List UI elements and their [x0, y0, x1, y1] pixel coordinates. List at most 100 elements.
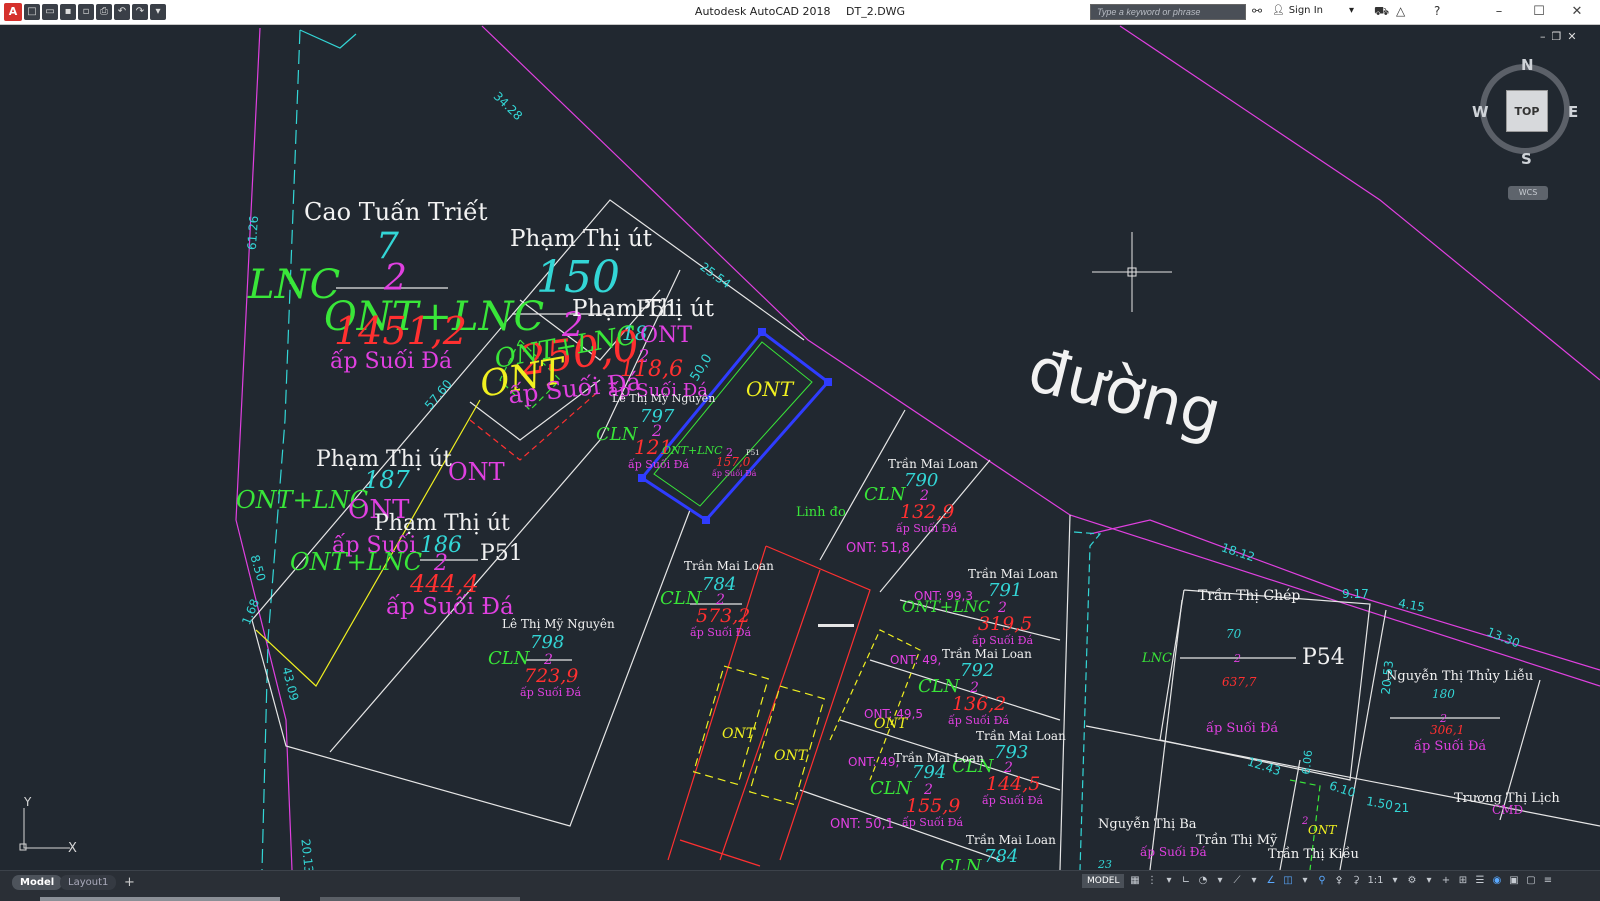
hardware-acceleration-icon[interactable]: ▣ — [1507, 874, 1520, 888]
units-icon[interactable]: ⊞ — [1456, 874, 1469, 888]
clean-screen-icon[interactable]: ▢ — [1524, 874, 1537, 888]
scale-value[interactable]: 1:1 — [1366, 874, 1384, 888]
p18-type: CMD — [1492, 803, 1523, 817]
p1-owner: Cao Tuấn Triết — [304, 198, 488, 226]
grip-point-2[interactable] — [824, 378, 832, 386]
isolate-objects-icon[interactable]: ◉ — [1490, 874, 1503, 888]
wcs-menu[interactable]: WCS — [1508, 186, 1548, 200]
tab-layout1[interactable]: Layout1 — [60, 875, 117, 890]
snap-icon[interactable]: ⋮ — [1145, 874, 1158, 888]
p15-type: CLN — [940, 856, 983, 870]
p19-number: 23 — [1097, 858, 1112, 870]
ortho-icon[interactable]: ∟ — [1179, 874, 1192, 888]
add-layout-button[interactable]: + — [116, 875, 143, 890]
p15-owner: Trần Mai Loan — [966, 832, 1056, 847]
binoculars-icon[interactable]: ⚯ — [1252, 4, 1262, 18]
viewcube[interactable]: TOP N S E W — [1472, 56, 1580, 168]
isodraft-icon[interactable]: ⟋ — [1230, 874, 1243, 888]
qat-dropdown-icon[interactable]: ▾ — [150, 4, 166, 20]
dim-2: 61.26 — [245, 215, 261, 250]
p14-area: 155,9 — [906, 795, 960, 817]
p15-number: 784 — [984, 846, 1018, 867]
compass-south[interactable]: S — [1521, 150, 1532, 168]
parcel-line-8 — [1059, 514, 1071, 870]
grid-icon[interactable]: ▦ — [1128, 874, 1141, 888]
cart-icon[interactable]: ⛟ — [1374, 4, 1389, 20]
undo-icon[interactable]: ↶ — [114, 4, 130, 20]
ucs-x-label: X — [68, 841, 77, 856]
polar-icon[interactable]: ◔ — [1196, 874, 1209, 888]
minimize-icon[interactable]: – — [1484, 2, 1514, 22]
p5-area: 157,0 — [716, 455, 751, 469]
viewcube-top-face[interactable]: TOP — [1506, 90, 1548, 132]
help-icon[interactable]: ? — [1434, 4, 1440, 18]
polar-dropdown-icon[interactable]: ▾ — [1213, 874, 1226, 888]
redo-icon[interactable]: ↷ — [132, 4, 148, 20]
object-snap-tracking-icon[interactable]: ∠ — [1264, 874, 1277, 888]
quick-properties-icon[interactable]: ☰ — [1473, 874, 1486, 888]
isodraft-dropdown-icon[interactable]: ▾ — [1247, 874, 1260, 888]
p6-side-type: ONT — [448, 458, 505, 486]
horizontal-scrollbar-track[interactable] — [320, 897, 520, 901]
viewport-close-icon[interactable]: ✕ — [1567, 30, 1576, 43]
new-file-icon[interactable]: □ — [24, 4, 40, 20]
grip-point-1[interactable] — [758, 328, 766, 336]
autodesk-app-icon[interactable]: △ — [1396, 4, 1405, 18]
maximize-icon[interactable]: ☐ — [1524, 2, 1554, 22]
compass-east[interactable]: E — [1568, 103, 1578, 121]
viewport-restore-icon[interactable]: ❐ — [1552, 30, 1562, 43]
p13-address: ấp Suối Đá — [982, 794, 1044, 807]
viewport-minimize-icon[interactable]: – — [1540, 30, 1546, 43]
sign-in-button[interactable]: 👤︎ Sign In ▾ — [1272, 5, 1354, 16]
app-name: Autodesk AutoCAD 2018 — [694, 5, 831, 18]
save-as-icon[interactable]: ▫ — [78, 4, 94, 20]
drawing-canvas[interactable]: đường Cao Tuấn Triết 7 LNC 2 ONT+LNC 145… — [0, 24, 1600, 870]
p14-address: ấp Suối Đá — [902, 816, 964, 829]
p16-address: ấp Suối Đá — [1206, 720, 1278, 736]
auto-scale-icon[interactable]: ⚴ — [1332, 874, 1345, 888]
annotation-scale-icon[interactable]: ⚳ — [1349, 874, 1362, 888]
add-scale-icon[interactable]: + — [1439, 874, 1452, 888]
object-snap-icon[interactable]: ◫ — [1281, 874, 1294, 888]
window-title: Autodesk AutoCAD 2018 DT_2.DWG — [0, 5, 1600, 18]
chevron-down-icon: ▾ — [1348, 5, 1355, 16]
parcel-line-15 — [1339, 609, 1387, 870]
p12-area: 136,2 — [952, 693, 1006, 715]
p11-owner: Trần Mai Loan — [968, 566, 1058, 581]
model-space-button[interactable]: MODEL — [1082, 874, 1125, 888]
osnap-dropdown-icon[interactable]: ▾ — [1298, 874, 1311, 888]
sign-in-label: Sign In — [1288, 5, 1323, 16]
snap-dropdown-icon[interactable]: ▾ — [1162, 874, 1175, 888]
open-file-icon[interactable]: ▭ — [42, 4, 58, 20]
p16-type: LNC — [1141, 651, 1172, 666]
annotation-visibility-icon[interactable]: ⚲ — [1315, 874, 1328, 888]
compass-north[interactable]: N — [1521, 56, 1534, 74]
search-input[interactable] — [1090, 4, 1246, 20]
workspace-gear-icon[interactable]: ⚙ — [1405, 874, 1418, 888]
scale-dropdown-icon[interactable]: ▾ — [1388, 874, 1401, 888]
customize-menu-icon[interactable]: ≡ — [1541, 874, 1554, 888]
p7-address: ấp Suối Đá — [386, 594, 514, 620]
grip-point-4[interactable] — [638, 474, 646, 482]
close-icon[interactable]: ✕ — [1562, 2, 1592, 22]
save-icon[interactable]: ▪ — [60, 4, 76, 20]
user-icon: 👤︎ — [1272, 5, 1285, 16]
print-icon[interactable]: ⎙ — [96, 4, 112, 20]
compass-west[interactable]: W — [1472, 103, 1489, 121]
grip-point-3[interactable] — [702, 516, 710, 524]
p5-type: ONT — [746, 377, 795, 401]
p3-label: P51 — [636, 297, 679, 322]
workspace-dropdown-icon[interactable]: ▾ — [1422, 874, 1435, 888]
p9-owner: Trần Mai Loan — [888, 456, 978, 471]
tab-model[interactable]: Model — [12, 875, 63, 890]
p12-address: ấp Suối Đá — [948, 714, 1010, 727]
p4-owner: Lê Thị Mỹ Nguyên — [612, 392, 715, 405]
dashed-mid-mark — [1073, 531, 1102, 870]
p19-owner: Nguyễn Thị Ba — [1098, 816, 1197, 832]
horizontal-scrollbar[interactable] — [40, 897, 280, 901]
dim-8: 20.13 — [298, 838, 316, 870]
autocad-logo-icon[interactable]: A — [4, 3, 22, 21]
dim-4: 57.60 — [422, 377, 455, 412]
ont-518-label: ONT: 51,8 — [846, 541, 910, 556]
viewport-controls: – ❐ ✕ — [1540, 30, 1577, 43]
